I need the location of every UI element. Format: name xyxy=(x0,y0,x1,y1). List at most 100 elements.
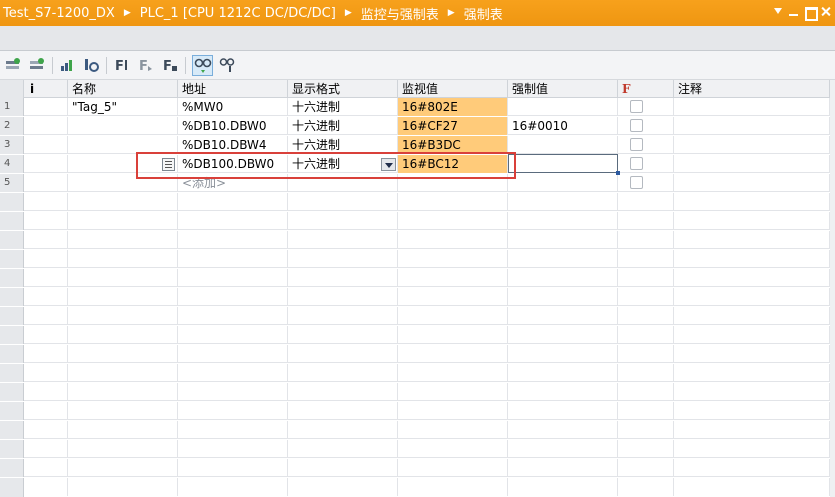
force-checkbox[interactable] xyxy=(630,176,643,189)
breadcrumb-project[interactable]: Test_S7-1200_DX xyxy=(3,6,115,21)
force-value-cell[interactable] xyxy=(508,136,618,154)
comment-cell[interactable] xyxy=(674,174,830,192)
stop-force-icon[interactable]: F xyxy=(137,56,155,74)
empty-cell xyxy=(508,440,618,458)
maximize-icon[interactable] xyxy=(804,6,818,21)
empty-cell xyxy=(674,402,830,420)
format-cell[interactable]: 十六进制 xyxy=(288,117,398,135)
empty-row-number xyxy=(0,231,24,249)
vertical-scrollbar[interactable] xyxy=(830,80,835,497)
empty-cell xyxy=(508,231,618,249)
info-cell xyxy=(24,98,68,116)
force-value-cell[interactable] xyxy=(508,174,618,192)
name-cell[interactable]: "Tag_5" xyxy=(68,98,178,116)
row-number[interactable]: 1 xyxy=(0,98,24,116)
address-cell[interactable]: %MW0 xyxy=(178,98,288,116)
empty-cell xyxy=(674,383,830,401)
empty-cell xyxy=(618,231,674,249)
comment-cell[interactable] xyxy=(674,155,830,173)
breadcrumb-watch-force-tables[interactable]: 监控与强制表 xyxy=(361,4,439,23)
append-row-icon[interactable] xyxy=(28,56,46,74)
empty-cell xyxy=(674,193,830,211)
row-number[interactable]: 5 xyxy=(0,174,24,192)
monitor-value-column-header[interactable]: 监视值 xyxy=(398,80,508,98)
force-checkbox[interactable] xyxy=(630,138,643,151)
force-checkbox[interactable] xyxy=(630,119,643,132)
force-value-column-header[interactable]: 强制值 xyxy=(508,80,618,98)
empty-cell xyxy=(674,288,830,306)
empty-cell xyxy=(618,478,674,496)
empty-cell xyxy=(68,421,178,439)
minimize-icon[interactable] xyxy=(788,6,799,17)
force-checkbox[interactable] xyxy=(630,100,643,113)
force-value-cell[interactable]: 16#0010 xyxy=(508,117,618,135)
empty-row-number xyxy=(0,402,24,420)
monitor-all-glasses-icon[interactable] xyxy=(192,55,213,76)
format-cell[interactable]: 十六进制 xyxy=(288,98,398,116)
empty-cell xyxy=(618,326,674,344)
name-cell[interactable] xyxy=(68,117,178,135)
row-number[interactable]: 3 xyxy=(0,136,24,154)
address-column-header[interactable]: 地址 xyxy=(178,80,288,98)
breadcrumb-plc[interactable]: PLC_1 [CPU 1212C DC/DC/DC] xyxy=(140,6,336,21)
info-cell xyxy=(24,174,68,192)
f-cell xyxy=(618,98,674,116)
monitor-once-glasses-icon[interactable] xyxy=(218,56,236,74)
empty-row xyxy=(0,288,830,306)
empty-cell xyxy=(24,345,68,363)
address-cell[interactable]: %DB10.DBW0 xyxy=(178,117,288,135)
menu-icon[interactable] xyxy=(772,6,783,17)
empty-cell xyxy=(618,193,674,211)
empty-cell xyxy=(68,364,178,382)
empty-cell xyxy=(398,440,508,458)
empty-cell xyxy=(618,364,674,382)
row-number[interactable]: 2 xyxy=(0,117,24,135)
empty-row-number xyxy=(0,345,24,363)
empty-cell xyxy=(674,364,830,382)
toolbar-divider xyxy=(106,57,107,74)
table-header-row: i 名称 地址 显示格式 监视值 强制值 F 注释 xyxy=(0,80,830,98)
empty-row-number xyxy=(0,478,24,497)
empty-cell xyxy=(508,326,618,344)
empty-cell xyxy=(618,421,674,439)
empty-cell xyxy=(288,478,398,496)
row-number-header xyxy=(0,80,24,98)
empty-cell xyxy=(674,326,830,344)
force-value-cell[interactable] xyxy=(508,98,618,116)
f-cell xyxy=(618,155,674,173)
empty-cell xyxy=(288,345,398,363)
active-force-value-input[interactable] xyxy=(508,154,620,175)
comment-cell[interactable] xyxy=(674,136,830,154)
table-row[interactable]: 2 %DB10.DBW0 十六进制 16#CF27 16#0010 xyxy=(0,117,830,135)
breadcrumb-force-table: 强制表 xyxy=(463,7,503,23)
refresh-values-icon[interactable] xyxy=(58,56,76,74)
empty-row xyxy=(0,250,830,268)
toolbar: F F F xyxy=(0,51,835,80)
force-all-icon[interactable]: F xyxy=(161,56,179,74)
empty-cell xyxy=(674,421,830,439)
empty-cell xyxy=(24,421,68,439)
force-icon[interactable]: F xyxy=(113,56,131,74)
force-table-grid: i 名称 地址 显示格式 监视值 强制值 F 注释 1 "Tag_5" %MW0… xyxy=(0,80,830,497)
empty-cell xyxy=(178,288,288,306)
force-checkbox[interactable] xyxy=(630,157,643,170)
info-cell xyxy=(24,136,68,154)
empty-cell xyxy=(24,402,68,420)
table-row[interactable]: 1 "Tag_5" %MW0 十六进制 16#802E xyxy=(0,98,830,116)
close-icon[interactable] xyxy=(820,6,831,17)
empty-cell xyxy=(68,326,178,344)
info-column-header[interactable]: i xyxy=(24,80,68,98)
row-number[interactable]: 4 xyxy=(0,155,24,173)
empty-row xyxy=(0,307,830,325)
insert-row-icon[interactable] xyxy=(4,56,22,74)
empty-cell xyxy=(398,307,508,325)
comment-cell[interactable] xyxy=(674,117,830,135)
empty-cell xyxy=(288,212,398,230)
format-column-header[interactable]: 显示格式 xyxy=(288,80,398,98)
empty-cell xyxy=(68,269,178,287)
name-column-header[interactable]: 名称 xyxy=(68,80,178,98)
f-column-header[interactable]: F xyxy=(618,80,674,98)
comment-cell[interactable] xyxy=(674,98,830,116)
update-once-icon[interactable] xyxy=(82,56,100,74)
comment-column-header[interactable]: 注释 xyxy=(674,80,830,98)
